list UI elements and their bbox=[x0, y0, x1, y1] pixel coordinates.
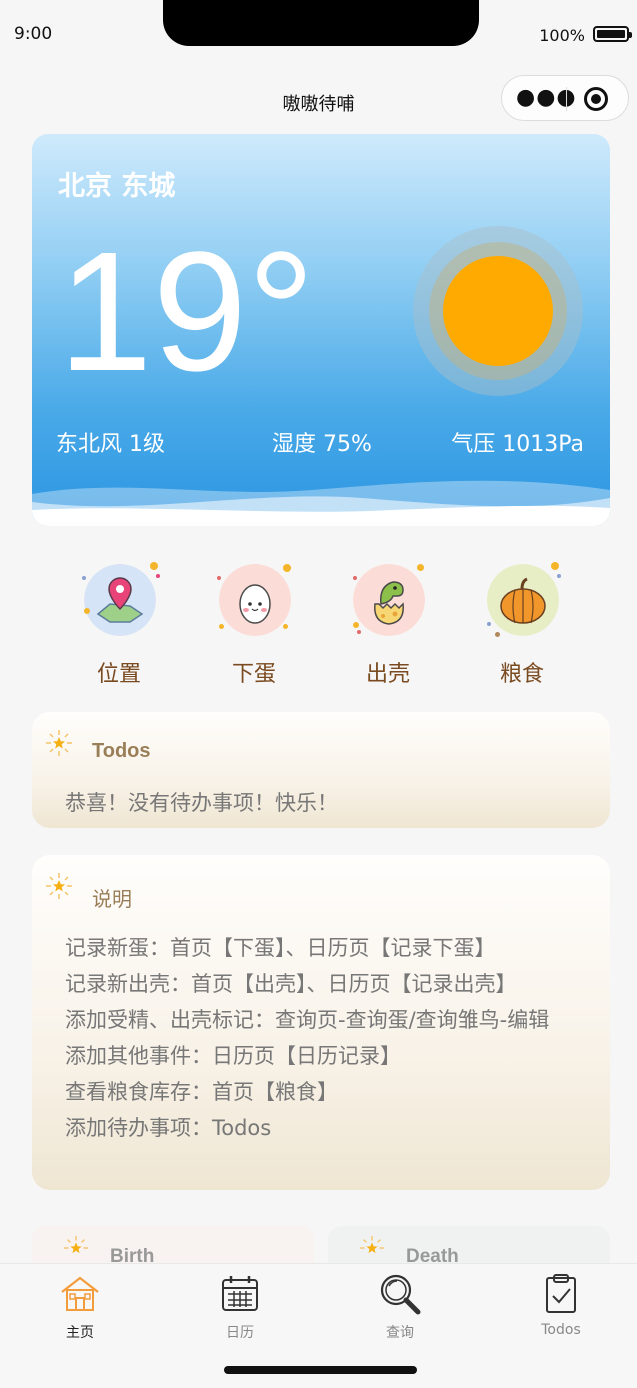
weather-humidity: 湿度 75% bbox=[272, 432, 372, 457]
sparkle-dot bbox=[219, 624, 224, 629]
quick-actions: 位置 下蛋 出壳 粮食 bbox=[0, 560, 637, 690]
instructions-title: 说明 bbox=[92, 887, 132, 911]
home-indicator[interactable] bbox=[224, 1366, 417, 1374]
instruction-line: 添加受精、出壳标记：查询页-查询蛋/查询雏鸟-编辑 bbox=[65, 1008, 550, 1032]
instruction-line: 查看粮食库存：首页【粮食】 bbox=[65, 1080, 338, 1104]
sparkle-dot bbox=[487, 622, 491, 626]
quick-action-label: 出壳 bbox=[365, 662, 410, 687]
sparkle-dot bbox=[353, 622, 359, 628]
weather-temperature: 19° bbox=[58, 217, 316, 407]
quick-action-label: 下蛋 bbox=[231, 662, 276, 687]
clipboard-check-icon bbox=[546, 1274, 576, 1313]
tab-label: 日历 bbox=[226, 1325, 254, 1341]
tab-todos[interactable]: Todos bbox=[511, 1272, 611, 1338]
weather-card: 北京 东城 19° 东北风 1级 湿度 75% 气压 1013Pa bbox=[32, 134, 610, 526]
home-icon bbox=[61, 1276, 99, 1311]
notch bbox=[163, 0, 479, 46]
sun-sparkle-icon bbox=[46, 873, 72, 899]
weather-pressure: 气压 1013Pa bbox=[451, 432, 584, 457]
sparkle-dot bbox=[353, 576, 357, 580]
instruction-line: 记录新出壳：首页【出壳】、日历页【记录出壳】 bbox=[65, 972, 517, 996]
map-pin-icon bbox=[84, 564, 156, 636]
instructions-list: 记录新蛋：首页【下蛋】、日历页【记录下蛋】 记录新出壳：首页【出壳】、日历页【记… bbox=[65, 930, 585, 1146]
search-icon bbox=[380, 1274, 421, 1315]
wave-decoration bbox=[32, 480, 610, 526]
egg-icon bbox=[219, 564, 291, 636]
capsule-divider bbox=[566, 87, 567, 111]
quick-action-label: 粮食 bbox=[499, 662, 544, 687]
battery-percent: 100% bbox=[539, 26, 585, 45]
sparkle-dot bbox=[217, 576, 221, 580]
tab-calendar[interactable]: 日历 bbox=[190, 1272, 290, 1342]
sparkle-dot bbox=[357, 630, 361, 634]
quick-action-food[interactable]: 粮食 bbox=[467, 560, 577, 690]
sun-sparkle-icon bbox=[359, 1235, 385, 1254]
calendar-icon bbox=[222, 1276, 258, 1311]
status-bar: 9:00 100% bbox=[0, 0, 637, 70]
tab-label: Todos bbox=[541, 1322, 581, 1338]
quick-action-location[interactable]: 位置 bbox=[64, 560, 174, 690]
more-icon[interactable]: ●●● bbox=[516, 87, 577, 109]
pumpkin-icon bbox=[487, 564, 559, 636]
weather-wind: 东北风 1级 bbox=[56, 432, 165, 457]
battery-icon bbox=[593, 26, 632, 42]
sun-icon bbox=[443, 256, 553, 366]
sparkle-dot bbox=[150, 562, 158, 570]
todos-card[interactable]: Todos 恭喜！没有待办事项！快乐！ bbox=[32, 712, 610, 828]
sun-sparkle-icon bbox=[63, 1235, 89, 1254]
tab-search[interactable]: 查询 bbox=[350, 1272, 450, 1342]
tab-home[interactable]: 主页 bbox=[30, 1272, 130, 1342]
instruction-line: 添加待办事项：Todos bbox=[65, 1116, 272, 1140]
weather-location: 北京 东城 bbox=[58, 171, 176, 202]
sparkle-dot bbox=[557, 574, 561, 578]
sparkle-dot bbox=[551, 562, 559, 570]
sun-sparkle-icon bbox=[46, 730, 72, 756]
quick-action-lay-egg[interactable]: 下蛋 bbox=[199, 560, 309, 690]
sparkle-dot bbox=[156, 574, 160, 578]
mini-program-capsule[interactable]: ●●● bbox=[501, 75, 629, 121]
instruction-line: 添加其他事件：日历页【日历记录】 bbox=[65, 1044, 401, 1068]
close-target-icon[interactable] bbox=[584, 87, 608, 111]
tab-label: 主页 bbox=[66, 1325, 94, 1341]
sparkle-dot bbox=[495, 632, 500, 637]
instruction-line: 记录新蛋：首页【下蛋】、日历页【记录下蛋】 bbox=[65, 936, 496, 960]
hatching-dino-icon bbox=[353, 564, 425, 636]
todos-empty-text: 恭喜！没有待办事项！快乐！ bbox=[65, 791, 338, 815]
sparkle-dot bbox=[283, 624, 288, 629]
quick-action-label: 位置 bbox=[96, 662, 141, 687]
instructions-card: 说明 记录新蛋：首页【下蛋】、日历页【记录下蛋】 记录新出壳：首页【出壳】、日历… bbox=[32, 855, 610, 1190]
sparkle-dot bbox=[82, 576, 86, 580]
sparkle-dot bbox=[417, 564, 424, 571]
status-time: 9:00 bbox=[14, 24, 53, 44]
sparkle-dot bbox=[283, 564, 291, 572]
sparkle-dot bbox=[84, 608, 90, 614]
todos-title: Todos bbox=[92, 740, 151, 762]
quick-action-hatch[interactable]: 出壳 bbox=[333, 560, 443, 690]
tab-label: 查询 bbox=[386, 1325, 414, 1341]
